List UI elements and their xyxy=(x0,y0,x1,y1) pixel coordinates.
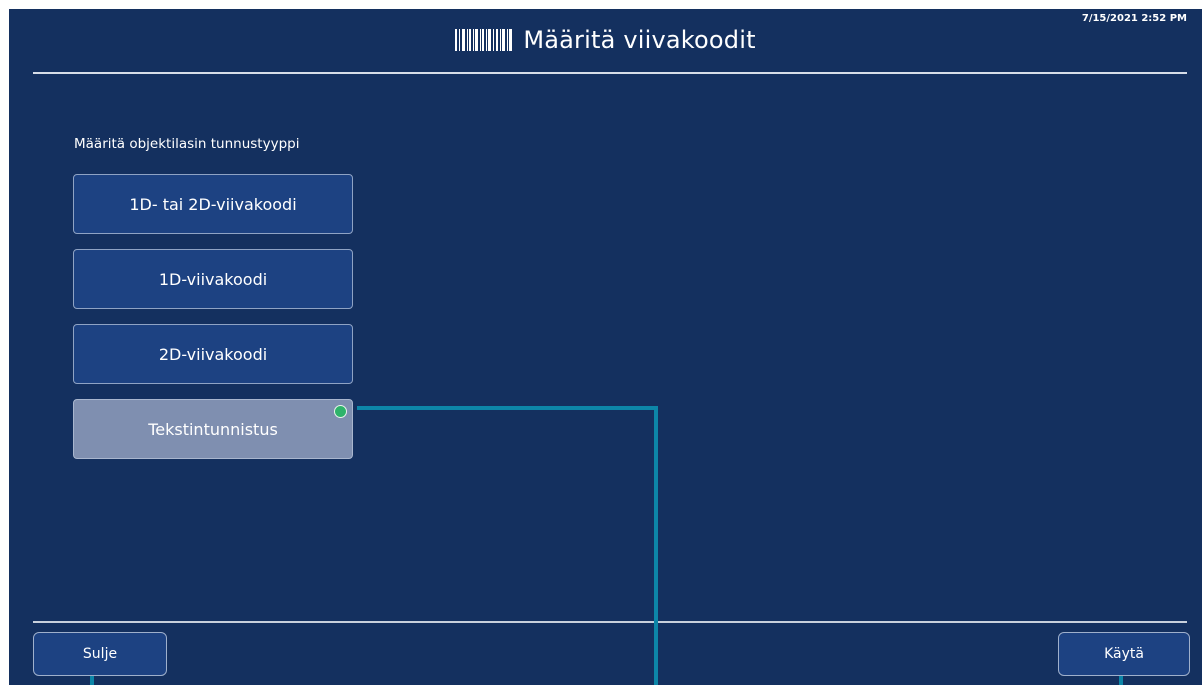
footer-divider xyxy=(33,621,1187,623)
title-group: Määritä viivakoodit xyxy=(9,26,1202,54)
option-2d-barcode-button[interactable]: 2D-viivakoodi xyxy=(73,324,353,384)
option-label: 2D-viivakoodi xyxy=(158,344,268,364)
header-divider xyxy=(33,72,1187,74)
option-label: 1D- tai 2D-viivakoodi xyxy=(129,194,297,214)
option-label: Tekstintunnistus xyxy=(148,419,278,439)
option-1d-or-2d-barcode-button[interactable]: 1D- tai 2D-viivakoodi xyxy=(73,174,353,234)
page-title: Määritä viivakoodit xyxy=(523,26,756,54)
option-text-recognition-button[interactable]: Tekstintunnistus xyxy=(73,399,353,459)
section-label: Määritä objektilasin tunnustyyppi xyxy=(74,136,300,152)
option-label: 1D-viivakoodi xyxy=(158,269,268,289)
barcode-settings-screen: Määritä viivakoodit 7/15/2021 2:52 PM Mä… xyxy=(9,9,1202,685)
close-button-label: Sulje xyxy=(82,646,118,662)
callout-line-vertical xyxy=(654,406,658,685)
header: Määritä viivakoodit 7/15/2021 2:52 PM xyxy=(9,9,1202,75)
selected-indicator-icon xyxy=(334,405,347,418)
callout-tick-close xyxy=(90,676,94,685)
barcode-icon xyxy=(455,29,513,51)
callout-tick-apply xyxy=(1119,676,1123,685)
timestamp: 7/15/2021 2:52 PM xyxy=(1081,13,1187,24)
apply-button[interactable]: Käytä xyxy=(1058,632,1190,676)
option-1d-barcode-button[interactable]: 1D-viivakoodi xyxy=(73,249,353,309)
apply-button-label: Käytä xyxy=(1104,646,1144,662)
close-button[interactable]: Sulje xyxy=(33,632,167,676)
callout-line-horizontal xyxy=(357,406,658,410)
